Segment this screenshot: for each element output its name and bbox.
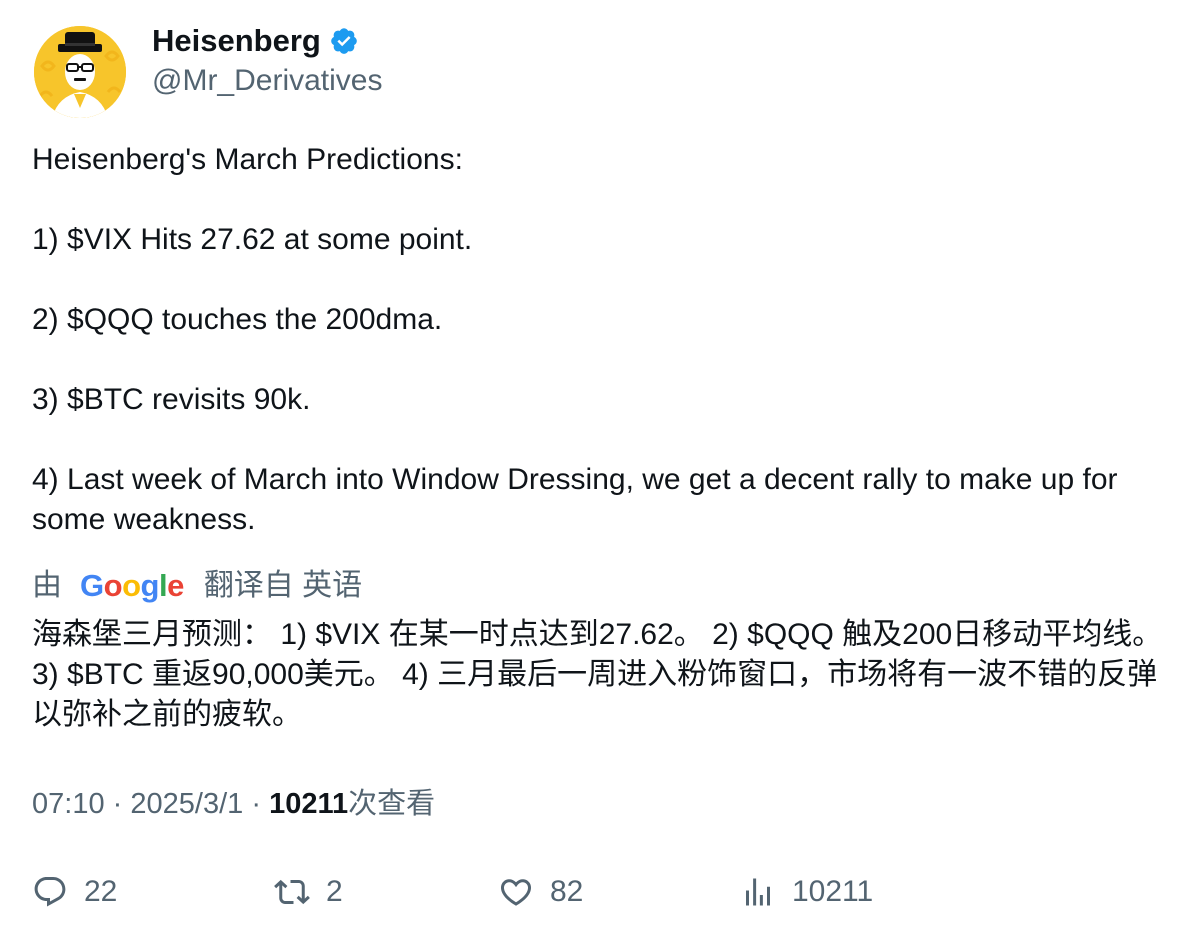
tweet-line: 2) $QQQ touches the 200dma. (32, 303, 443, 336)
verified-badge-icon[interactable] (329, 26, 359, 56)
reply-button[interactable]: 22 (32, 868, 117, 916)
translation-prefix: 由 (32, 569, 62, 602)
like-count: 82 (550, 875, 584, 908)
reply-count: 22 (84, 875, 118, 908)
tweet-time[interactable]: 07:10 (32, 788, 105, 820)
reply-icon (34, 877, 66, 907)
display-name[interactable]: Heisenberg (152, 22, 321, 60)
tweet-line: Heisenberg's March Predictions: (32, 143, 463, 176)
like-button[interactable]: 82 (498, 868, 583, 916)
views-count: 10211 (269, 788, 349, 820)
views-button[interactable]: 10211 (740, 868, 873, 916)
google-logo: Google (80, 568, 184, 603)
translated-text: 海森堡三月预测： 1) $VIX 在某一时点达到27.62。 2) $QQQ 触… (32, 618, 1163, 731)
avatar[interactable] (34, 26, 126, 118)
action-bar: 22 2 82 10211 (0, 868, 1196, 916)
author-handle[interactable]: @Mr_Derivatives (152, 62, 383, 100)
meta-separator: · (112, 788, 123, 820)
retweet-button[interactable]: 2 (274, 868, 343, 916)
meta-separator: · (251, 788, 261, 820)
tweet-date[interactable]: 2025/3/1 (130, 788, 243, 820)
like-icon (500, 879, 532, 906)
translation-attribution[interactable]: 由 Google 翻译自 英语 (32, 566, 362, 606)
tweet-text: Heisenberg's March Predictions: 1) $VIX … (32, 140, 1172, 540)
views-action-count: 10211 (792, 875, 874, 908)
views-icon (746, 878, 770, 906)
tweet-line: 4) Last week of March into Window Dressi… (32, 463, 1118, 536)
translation-suffix: 翻译自 英语 (203, 569, 363, 602)
tweet-line: 3) $BTC revisits 90k. (32, 383, 311, 416)
retweet-count: 2 (326, 875, 343, 908)
views-label: 次查看 (348, 788, 436, 820)
heisenberg-avatar-icon (34, 26, 126, 118)
tweet-meta: 07:10 · 2025/3/1 · 10211次查看 (32, 784, 435, 824)
retweet-icon (274, 879, 310, 905)
author-name-row[interactable]: Heisenberg (152, 22, 359, 60)
tweet-line: 1) $VIX Hits 27.62 at some point. (32, 223, 473, 256)
